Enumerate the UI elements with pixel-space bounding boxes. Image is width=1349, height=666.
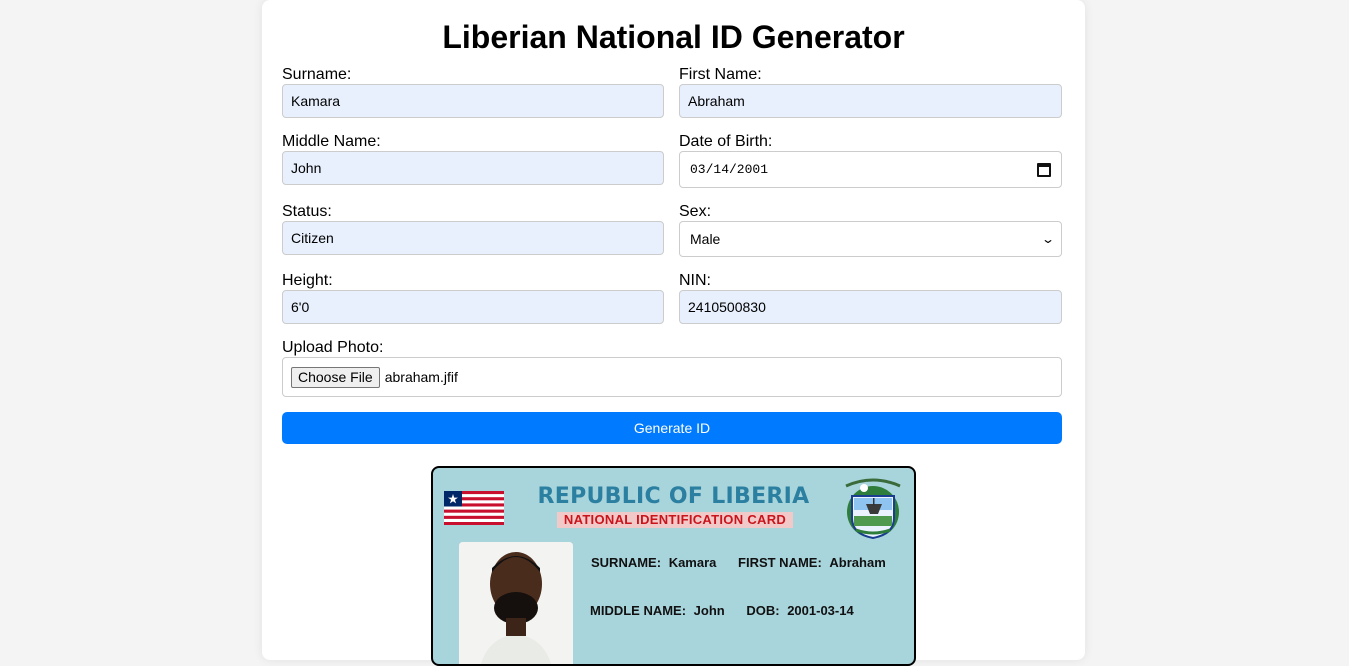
- height-group: Height: 6'0: [282, 272, 664, 324]
- first-name-input[interactable]: Abraham: [679, 84, 1062, 118]
- middle-name-label: Middle Name:: [282, 133, 381, 150]
- surname-group: Surname: Kamara: [282, 66, 664, 118]
- card-photo: [459, 542, 573, 664]
- surname-label: Surname:: [282, 66, 352, 83]
- nin-input[interactable]: 2410500830: [679, 290, 1062, 324]
- surname-input[interactable]: Kamara: [282, 84, 664, 118]
- card-name-row: SURNAME: Kamara FIRST NAME: Abraham: [591, 555, 886, 570]
- card-dob-label: DOB:: [746, 603, 780, 618]
- photo-upload-group: Upload Photo: Choose File abraham.jfif: [282, 339, 1062, 397]
- card-middle-name-value: John: [693, 603, 725, 618]
- status-group: Status: Citizen: [282, 203, 664, 255]
- calendar-icon[interactable]: [1037, 162, 1051, 177]
- dob-input[interactable]: 03/14/2001: [679, 151, 1062, 188]
- card-first-name-value: Abraham: [829, 555, 886, 570]
- card-middle-name-label: MIDDLE NAME:: [590, 603, 687, 618]
- id-card-preview: REPUBLIC OF LIBERIA NATIONAL IDENTIFICAT…: [431, 466, 916, 666]
- card-surname-label: SURNAME:: [591, 555, 662, 570]
- coat-of-arms-icon: [845, 478, 901, 540]
- chevron-down-icon: ⌄: [1040, 232, 1056, 246]
- middle-name-group: Middle Name: John: [282, 133, 664, 185]
- status-label: Status:: [282, 203, 332, 220]
- generate-id-button[interactable]: Generate ID: [282, 412, 1062, 444]
- page-title: Liberian National ID Generator: [442, 19, 905, 55]
- nin-label: NIN:: [679, 272, 711, 289]
- sex-selected-value: Male: [690, 231, 721, 247]
- height-input[interactable]: 6'0: [282, 290, 664, 324]
- choose-file-button[interactable]: Choose File: [291, 366, 380, 388]
- card-subtitle: NATIONAL IDENTIFICATION CARD: [557, 512, 793, 528]
- sex-label: Sex:: [679, 203, 712, 220]
- sex-select[interactable]: Male ⌄: [679, 221, 1062, 257]
- card-dob-value: 2001-03-14: [787, 603, 854, 618]
- status-input[interactable]: Citizen: [282, 221, 664, 255]
- dob-group: Date of Birth: 03/14/2001: [679, 133, 1062, 188]
- card-middle-dob-row: MIDDLE NAME: John DOB: 2001-03-14: [590, 603, 854, 618]
- first-name-label: First Name:: [679, 66, 762, 83]
- height-label: Height:: [282, 272, 333, 289]
- dob-label: Date of Birth:: [679, 133, 773, 150]
- card-surname-value: Kamara: [668, 555, 717, 570]
- sex-group: Sex: Male ⌄: [679, 203, 1062, 257]
- selected-file-name: abraham.jfif: [384, 369, 458, 385]
- nin-group: NIN: 2410500830: [679, 272, 1062, 324]
- dob-value: 03/14/2001: [690, 162, 769, 177]
- photo-upload-label: Upload Photo:: [282, 339, 384, 356]
- first-name-group: First Name: Abraham: [679, 66, 1062, 118]
- middle-name-input[interactable]: John: [282, 151, 664, 185]
- photo-file-input[interactable]: Choose File abraham.jfif: [282, 357, 1062, 397]
- portrait-image: [459, 542, 573, 664]
- card-first-name-label: FIRST NAME:: [738, 555, 822, 570]
- id-generator-panel: Liberian National ID Generator Surname: …: [262, 0, 1085, 666]
